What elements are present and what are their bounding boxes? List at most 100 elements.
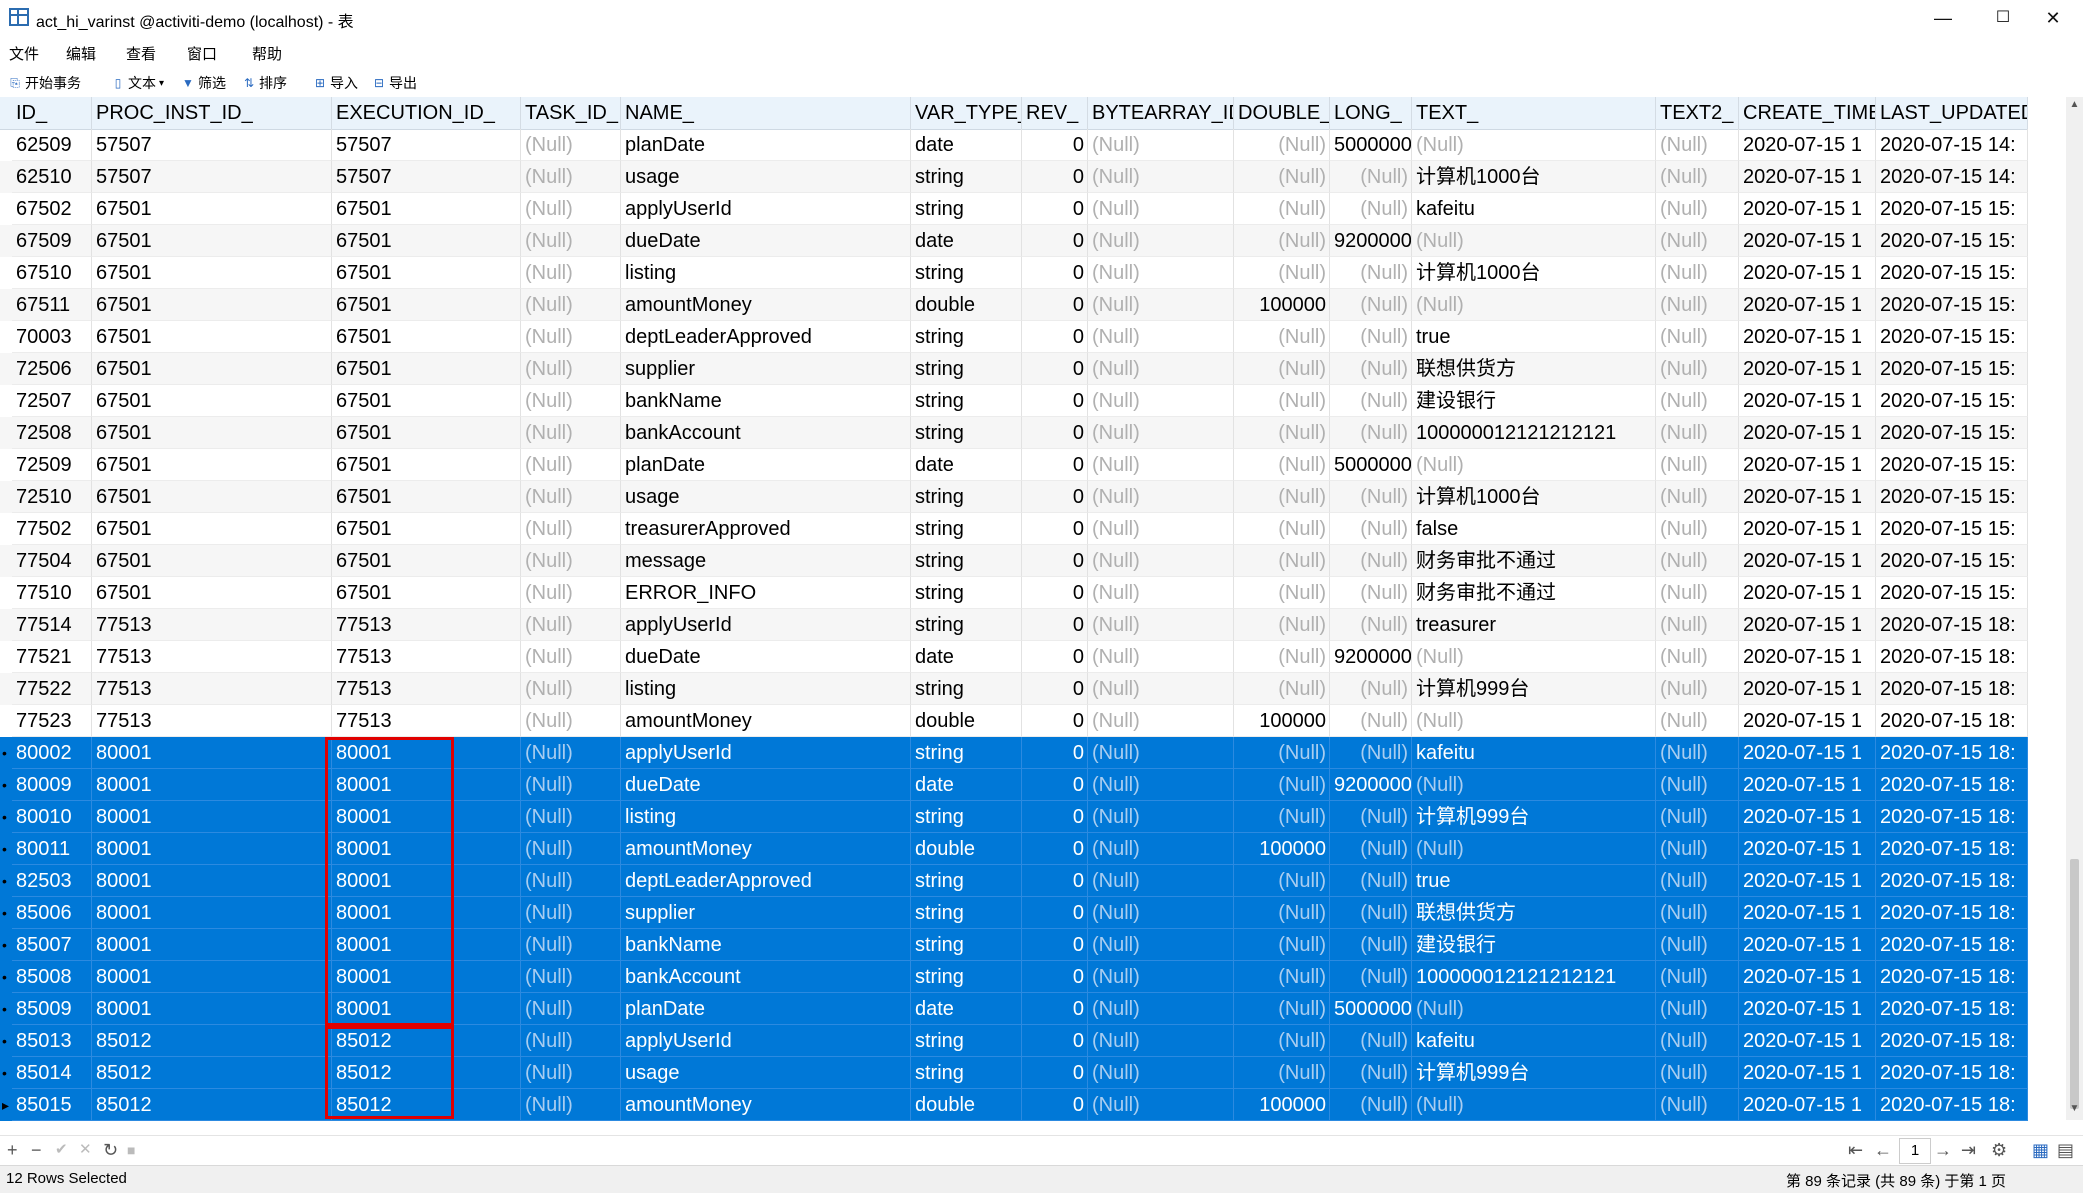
cell-id[interactable]: 82503 (12, 865, 92, 897)
cell-rev[interactable]: 0 (1022, 705, 1088, 737)
cell-text[interactable]: true (1412, 321, 1656, 353)
cell-text[interactable]: true (1412, 865, 1656, 897)
cell-text[interactable]: (Null) (1412, 769, 1656, 801)
cell-create-time[interactable]: 2020-07-15 1 (1739, 545, 1876, 577)
filter-button[interactable]: ▼ 筛选 (181, 73, 226, 93)
cell-double[interactable]: (Null) (1234, 1057, 1330, 1089)
cell-last-updated[interactable]: 2020-07-15 15: (1876, 577, 2028, 609)
cell-id[interactable]: 72508 (12, 417, 92, 449)
cell-rev[interactable]: 0 (1022, 385, 1088, 417)
cell-name[interactable]: bankAccount (621, 417, 911, 449)
cell-double[interactable]: (Null) (1234, 737, 1330, 769)
cell-create-time[interactable]: 2020-07-15 1 (1739, 481, 1876, 513)
cell-last-updated[interactable]: 2020-07-15 15: (1876, 353, 2028, 385)
cell-bytearray-id[interactable]: (Null) (1088, 641, 1234, 673)
cell-double[interactable]: (Null) (1234, 865, 1330, 897)
cell-var-type[interactable]: string (911, 257, 1022, 289)
prev-page-button[interactable]: ← (1874, 1140, 1892, 1161)
cell-create-time[interactable]: 2020-07-15 1 (1739, 641, 1876, 673)
table-row[interactable]: • 85006 80001 80001 (Null) supplier string 0 (Nu… (0, 897, 2028, 929)
cell-id[interactable]: 77502 (12, 513, 92, 545)
cell-bytearray-id[interactable]: (Null) (1088, 481, 1234, 513)
cell-double[interactable]: (Null) (1234, 257, 1330, 289)
next-page-button[interactable]: → (1934, 1140, 1952, 1161)
data-grid[interactable]: ID_ PROC_INST_ID_ EXECUTION_ID_ TASK_ID_ NAM… (0, 97, 2066, 1121)
cell-proc-inst-id[interactable]: 57507 (92, 161, 332, 193)
cell-name[interactable]: applyUserId (621, 609, 911, 641)
cell-execution-id[interactable]: 57507 (332, 161, 521, 193)
cell-last-updated[interactable]: 2020-07-15 15: (1876, 417, 2028, 449)
cell-text2[interactable]: (Null) (1656, 321, 1739, 353)
cell-proc-inst-id[interactable]: 67501 (92, 449, 332, 481)
cell-double[interactable]: (Null) (1234, 129, 1330, 161)
table-row[interactable]: 72508 67501 67501 (Null) bankAccount string 0(… (0, 417, 2028, 449)
vertical-scrollbar[interactable]: ▲ ▼ (2066, 97, 2083, 1120)
cell-double[interactable]: (Null) (1234, 641, 1330, 673)
cell-name[interactable]: usage (621, 1057, 911, 1089)
cell-var-type[interactable]: date (911, 769, 1022, 801)
cell-double[interactable]: (Null) (1234, 481, 1330, 513)
cell-text2[interactable]: (Null) (1656, 353, 1739, 385)
menu-file[interactable]: 文件 (9, 43, 39, 64)
column-header-id[interactable]: ID_ (0, 97, 92, 129)
cell-proc-inst-id[interactable]: 67501 (92, 513, 332, 545)
cell-text[interactable]: 计算机999台 (1412, 801, 1656, 833)
cell-var-type[interactable]: string (911, 193, 1022, 225)
cell-long[interactable]: (Null) (1330, 289, 1412, 321)
cell-bytearray-id[interactable]: (Null) (1088, 705, 1234, 737)
cell-last-updated[interactable]: 2020-07-15 18: (1876, 641, 2028, 673)
cell-double[interactable]: (Null) (1234, 929, 1330, 961)
cell-execution-id[interactable]: 67501 (332, 417, 521, 449)
cell-text[interactable]: false (1412, 513, 1656, 545)
cell-long[interactable]: 5000000 (1330, 449, 1412, 481)
cell-bytearray-id[interactable]: (Null) (1088, 1025, 1234, 1057)
cell-text[interactable]: kafeitu (1412, 1025, 1656, 1057)
cell-long[interactable]: (Null) (1330, 929, 1412, 961)
table-row[interactable]: ▸ 85015 85012 85012 (Null) amountMoney double 0… (0, 1089, 2028, 1121)
cell-bytearray-id[interactable]: (Null) (1088, 609, 1234, 641)
cell-last-updated[interactable]: 2020-07-15 18: (1876, 801, 2028, 833)
cell-double[interactable]: (Null) (1234, 545, 1330, 577)
cell-text[interactable]: (Null) (1412, 449, 1656, 481)
cell-rev[interactable]: 0 (1022, 481, 1088, 513)
cell-task-id[interactable]: (Null) (521, 801, 621, 833)
cell-proc-inst-id[interactable]: 80001 (92, 801, 332, 833)
cell-create-time[interactable]: 2020-07-15 1 (1739, 225, 1876, 257)
cell-name[interactable]: listing (621, 673, 911, 705)
page-number-input[interactable]: 1 (1899, 1138, 1931, 1164)
cell-id[interactable]: 80011 (12, 833, 92, 865)
table-row[interactable]: 67502 67501 67501 (Null) applyUserId string 0(… (0, 193, 2028, 225)
cell-name[interactable]: dueDate (621, 641, 911, 673)
cell-name[interactable]: listing (621, 801, 911, 833)
cell-task-id[interactable]: (Null) (521, 865, 621, 897)
table-row[interactable]: 77502 67501 67501 (Null) treasurerApproved st… (0, 513, 2028, 545)
cell-long[interactable]: (Null) (1330, 385, 1412, 417)
cell-long[interactable]: (Null) (1330, 865, 1412, 897)
cell-task-id[interactable]: (Null) (521, 737, 621, 769)
cell-create-time[interactable]: 2020-07-15 1 (1739, 513, 1876, 545)
cell-text2[interactable]: (Null) (1656, 513, 1739, 545)
cell-execution-id[interactable]: 77513 (332, 673, 521, 705)
table-row[interactable]: • 85013 85012 85012 (Null) applyUserId string 0… (0, 1025, 2028, 1057)
cell-last-updated[interactable]: 2020-07-15 15: (1876, 321, 2028, 353)
cell-last-updated[interactable]: 2020-07-15 15: (1876, 513, 2028, 545)
cell-create-time[interactable]: 2020-07-15 1 (1739, 1025, 1876, 1057)
cell-create-time[interactable]: 2020-07-15 1 (1739, 897, 1876, 929)
cell-long[interactable]: (Null) (1330, 577, 1412, 609)
cell-var-type[interactable]: string (911, 1025, 1022, 1057)
cell-double[interactable]: (Null) (1234, 385, 1330, 417)
cell-task-id[interactable]: (Null) (521, 225, 621, 257)
cell-rev[interactable]: 0 (1022, 225, 1088, 257)
cell-last-updated[interactable]: 2020-07-15 18: (1876, 897, 2028, 929)
cell-long[interactable]: 9200000 (1330, 225, 1412, 257)
table-row[interactable]: • 80011 80001 80001 (Null) amountMoney double 0… (0, 833, 2028, 865)
cell-task-id[interactable]: (Null) (521, 289, 621, 321)
cell-last-updated[interactable]: 2020-07-15 14: (1876, 161, 2028, 193)
cell-text[interactable]: 联想供货方 (1412, 353, 1656, 385)
cell-name[interactable]: amountMoney (621, 833, 911, 865)
cell-proc-inst-id[interactable]: 80001 (92, 929, 332, 961)
cell-id[interactable]: 85006 (12, 897, 92, 929)
cell-id[interactable]: 72507 (12, 385, 92, 417)
cell-last-updated[interactable]: 2020-07-15 18: (1876, 705, 2028, 737)
cell-rev[interactable]: 0 (1022, 129, 1088, 161)
